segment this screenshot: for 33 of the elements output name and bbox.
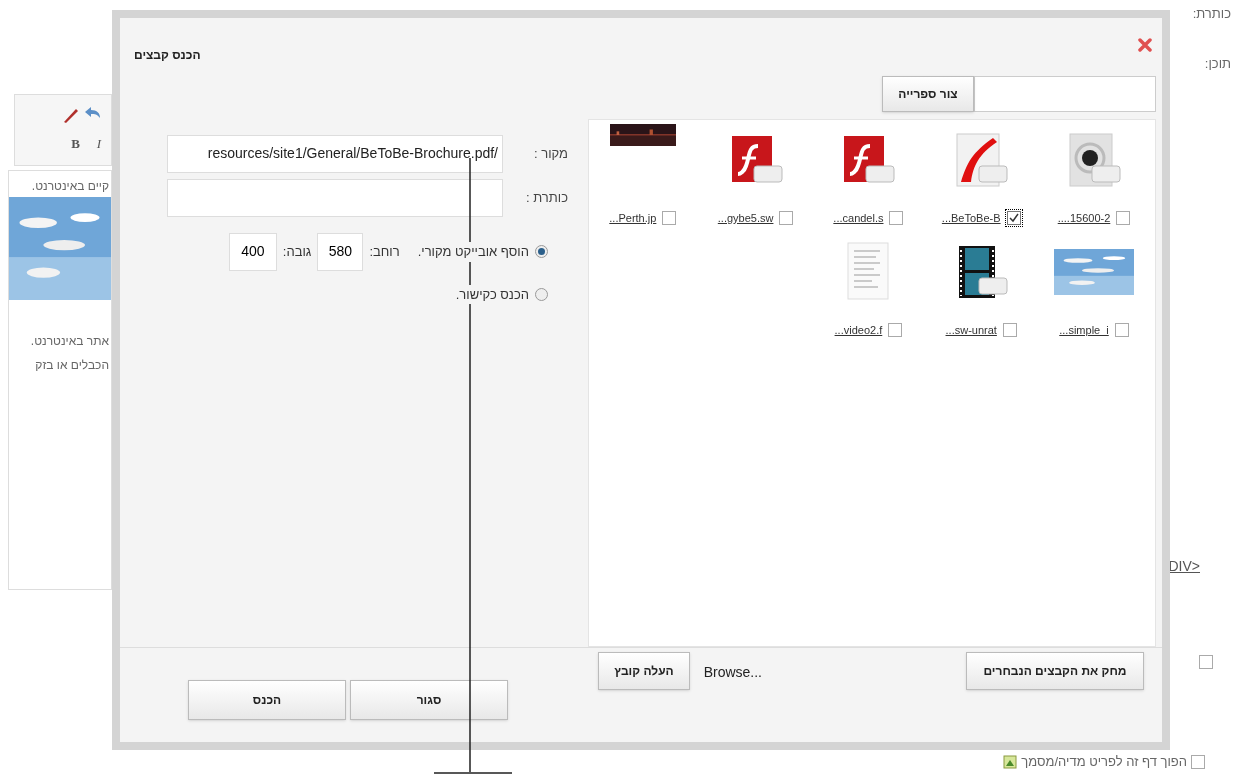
field-label: תוכן: [1204, 54, 1231, 73]
file-name-link[interactable]: ...Perth.jp [609, 209, 657, 227]
option-label: הכנס כקישור. [455, 284, 529, 305]
file-name-link[interactable]: ...simple_i [1059, 321, 1109, 339]
editor-text: הכבלים או בזק [34, 357, 109, 374]
file-name-link[interactable]: ...BeToBe-B [941, 209, 1001, 227]
file-name-link[interactable]: ....15600-2 [1057, 209, 1111, 227]
width-field[interactable]: 580 [317, 232, 364, 271]
insert-button[interactable]: הכנס [188, 679, 346, 720]
height-label: גובה: [282, 243, 312, 262]
dialog-title: הכנס קבצים [134, 47, 201, 64]
checkbox-label: הפוך דף זה לפריט מדיה/מסמך [1021, 753, 1187, 771]
option-label: הוסף אובייקט מקורי. [417, 242, 529, 262]
delete-selected-button[interactable]: מחק את הקבצים הנבחרים [966, 651, 1144, 690]
file-name-link[interactable]: ...candel.s [833, 209, 884, 227]
field-label: כותרת: [1192, 5, 1231, 23]
height-field[interactable]: 400 [228, 232, 277, 271]
file-name-link[interactable]: ...sw-unrat [945, 321, 997, 339]
create-folder-button[interactable]: צור ספרייה [882, 76, 974, 112]
file-name-link[interactable]: ...video2.f [834, 321, 883, 339]
file-name-link[interactable]: ...gybe5.sw [717, 209, 774, 227]
field-label: מקור : [532, 145, 568, 164]
div-tag-link[interactable]: DIV> [1168, 556, 1200, 577]
close-button[interactable]: סגור [350, 679, 508, 720]
upload-file-button[interactable]: העלה קובץ [598, 651, 690, 690]
field-label: כותרת : [525, 189, 568, 208]
source-field[interactable]: resources/site1/General/BeToBe-Brochure.pdf/ [167, 134, 503, 173]
width-label: רוחב: [369, 243, 400, 262]
editor-text: אתר באינטרנט. [29, 333, 109, 350]
editor-text: קיים באינטרנט. [30, 178, 110, 195]
italic-button[interactable]: I [80, 134, 101, 154]
bold-button[interactable]: B [59, 134, 80, 154]
browse-label[interactable]: Browse... [703, 661, 762, 683]
